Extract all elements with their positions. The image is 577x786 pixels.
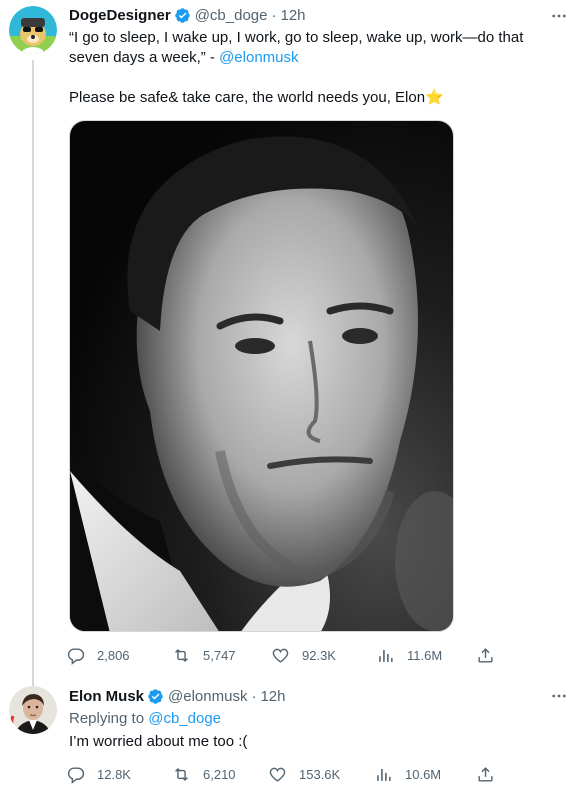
- like-icon: [272, 648, 289, 663]
- tweet-actions: 2,806 5,747 92.3K 11.6M: [66, 644, 506, 666]
- verified-badge-icon: [147, 688, 164, 705]
- views-button[interactable]: 10.6M: [374, 763, 441, 785]
- like-count: 92.3K: [302, 647, 336, 663]
- like-count: 153.6K: [299, 766, 341, 782]
- share-button[interactable]: [476, 763, 495, 785]
- tweet-elonmusk-reply[interactable]: Elon Musk @elonmusk · 12h Replying to @c…: [0, 676, 577, 786]
- avatar[interactable]: [9, 686, 57, 734]
- reply-button[interactable]: 2,806: [66, 644, 130, 666]
- retweet-icon: [175, 767, 188, 781]
- tweet-header: Elon Musk @elonmusk · 12h: [69, 686, 285, 706]
- replying-to-line: Replying to @cb_doge: [69, 709, 549, 729]
- portrait-photo-icon: [70, 121, 453, 631]
- mention-link[interactable]: @cb_doge: [148, 710, 221, 727]
- verified-badge-icon: [174, 7, 191, 24]
- retweet-icon: [175, 648, 188, 662]
- tweet-photo[interactable]: [69, 120, 454, 632]
- views-button[interactable]: 11.6M: [376, 644, 442, 666]
- tweet-text-segment: seven days a week,” -: [69, 49, 220, 66]
- tweet-actions: 12.8K 6,210 153.6K 10.6M: [66, 763, 506, 785]
- reply-button[interactable]: 12.8K: [66, 763, 131, 785]
- views-count: 10.6M: [405, 766, 442, 782]
- tweet-text-line: Please be safe& take care, the world nee…: [69, 88, 549, 108]
- views-count: 11.6M: [407, 647, 443, 663]
- views-icon: [377, 768, 391, 781]
- more-icon[interactable]: [549, 6, 569, 26]
- author-handle[interactable]: @elonmusk: [168, 688, 247, 705]
- like-button[interactable]: 92.3K: [271, 644, 336, 666]
- author-name[interactable]: DogeDesigner: [69, 7, 171, 24]
- reply-icon: [67, 766, 85, 784]
- reply-count: 2,806: [97, 647, 130, 663]
- timestamp[interactable]: 12h: [280, 7, 305, 24]
- separator-dot: ·: [251, 687, 257, 705]
- tweet-text-line: seven days a week,” - @elonmusk: [69, 48, 549, 68]
- tweet-text-line: “I go to sleep, I wake up, I work, go to…: [69, 29, 524, 46]
- tweet-text: I’m worried about me too :(: [69, 733, 248, 750]
- reply-count: 12.8K: [97, 766, 131, 782]
- retweet-button[interactable]: 6,210: [172, 763, 236, 785]
- author-handle[interactable]: @cb_doge: [195, 7, 268, 24]
- replying-to-label: Replying to: [69, 710, 149, 727]
- mention-link[interactable]: @elonmusk: [219, 49, 298, 66]
- tweet-dogedesigner[interactable]: DogeDesigner @cb_doge · 12h “I go to sle…: [0, 0, 577, 688]
- like-icon: [269, 767, 286, 782]
- retweet-count: 5,747: [203, 647, 236, 663]
- like-button[interactable]: 153.6K: [268, 763, 340, 785]
- thread-connector-line: [32, 60, 34, 688]
- timestamp[interactable]: 12h: [260, 688, 285, 705]
- retweet-button[interactable]: 5,747: [172, 644, 236, 666]
- star-emoji: ⭐: [425, 89, 444, 106]
- tweet-text: “I go to sleep, I wake up, I work, go to…: [69, 28, 549, 108]
- avatar[interactable]: [9, 6, 57, 54]
- separator-dot: ·: [271, 6, 277, 24]
- tweet-header: DogeDesigner @cb_doge · 12h: [69, 5, 306, 25]
- more-icon[interactable]: [549, 686, 569, 706]
- share-icon: [478, 647, 493, 663]
- reply-icon: [67, 647, 85, 665]
- views-icon: [379, 649, 393, 662]
- tweet-text-segment: Please be safe& take care, the world nee…: [69, 89, 426, 106]
- author-name[interactable]: Elon Musk: [69, 688, 144, 705]
- retweet-count: 6,210: [203, 766, 236, 782]
- share-icon: [478, 766, 493, 782]
- share-button[interactable]: [476, 644, 495, 666]
